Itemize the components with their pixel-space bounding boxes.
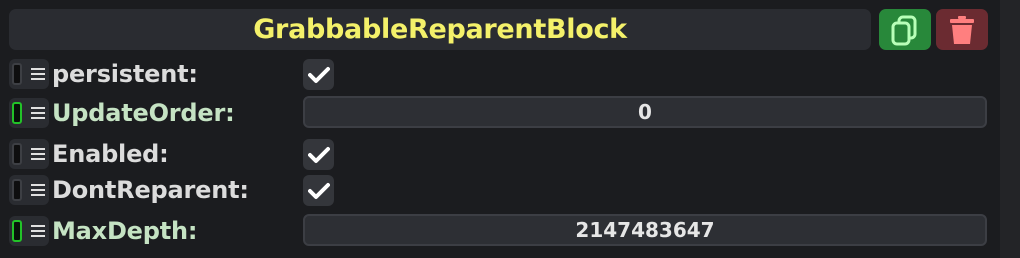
field-row-enabled: Enabled:: [0, 136, 1000, 172]
field-drag-handle[interactable]: [9, 98, 49, 128]
hamburger-icon: [31, 107, 45, 119]
field-drag-handle[interactable]: [9, 139, 49, 169]
field-link-pin[interactable]: [12, 143, 22, 165]
trash-icon: [950, 15, 974, 44]
scrollbar-track[interactable]: [1000, 0, 1020, 258]
field-drag-handle[interactable]: [9, 175, 49, 205]
field-label: Enabled:: [52, 140, 169, 168]
persistent-checkbox[interactable]: [303, 59, 334, 90]
updateorder-input[interactable]: 0: [303, 96, 987, 128]
hamburger-icon: [31, 148, 45, 160]
field-label: MaxDepth:: [52, 217, 198, 245]
enabled-checkbox[interactable]: [303, 139, 334, 170]
component-title: GrabbableReparentBlock: [253, 14, 627, 45]
field-row-dontreparent: DontReparent:: [0, 172, 1000, 208]
component-panel: GrabbableReparentBlock persistent: Updat…: [0, 0, 1020, 258]
component-header: GrabbableReparentBlock: [9, 9, 871, 50]
field-label: DontReparent:: [52, 176, 249, 204]
delete-button[interactable]: [936, 9, 988, 50]
dontreparent-checkbox[interactable]: [303, 175, 334, 206]
hamburger-icon: [31, 68, 45, 80]
field-row-updateorder: UpdateOrder: 0: [0, 95, 1000, 131]
field-link-pin[interactable]: [12, 102, 22, 124]
field-row-maxdepth: MaxDepth: 2147483647: [0, 213, 1000, 249]
duplicate-button[interactable]: [879, 9, 931, 50]
field-label: UpdateOrder:: [52, 99, 235, 127]
checkmark-icon: [307, 182, 330, 199]
field-label: persistent:: [52, 60, 198, 88]
maxdepth-input[interactable]: 2147483647: [303, 214, 987, 246]
field-link-pin[interactable]: [12, 179, 22, 201]
field-row-persistent: persistent:: [0, 56, 1000, 92]
checkmark-icon: [307, 146, 330, 163]
field-drag-handle[interactable]: [9, 59, 49, 89]
field-link-pin[interactable]: [12, 220, 22, 242]
hamburger-icon: [31, 225, 45, 237]
hamburger-icon: [31, 184, 45, 196]
checkmark-icon: [307, 66, 330, 83]
field-drag-handle[interactable]: [9, 216, 49, 246]
copy-icon: [891, 15, 917, 45]
field-link-pin[interactable]: [12, 63, 22, 85]
